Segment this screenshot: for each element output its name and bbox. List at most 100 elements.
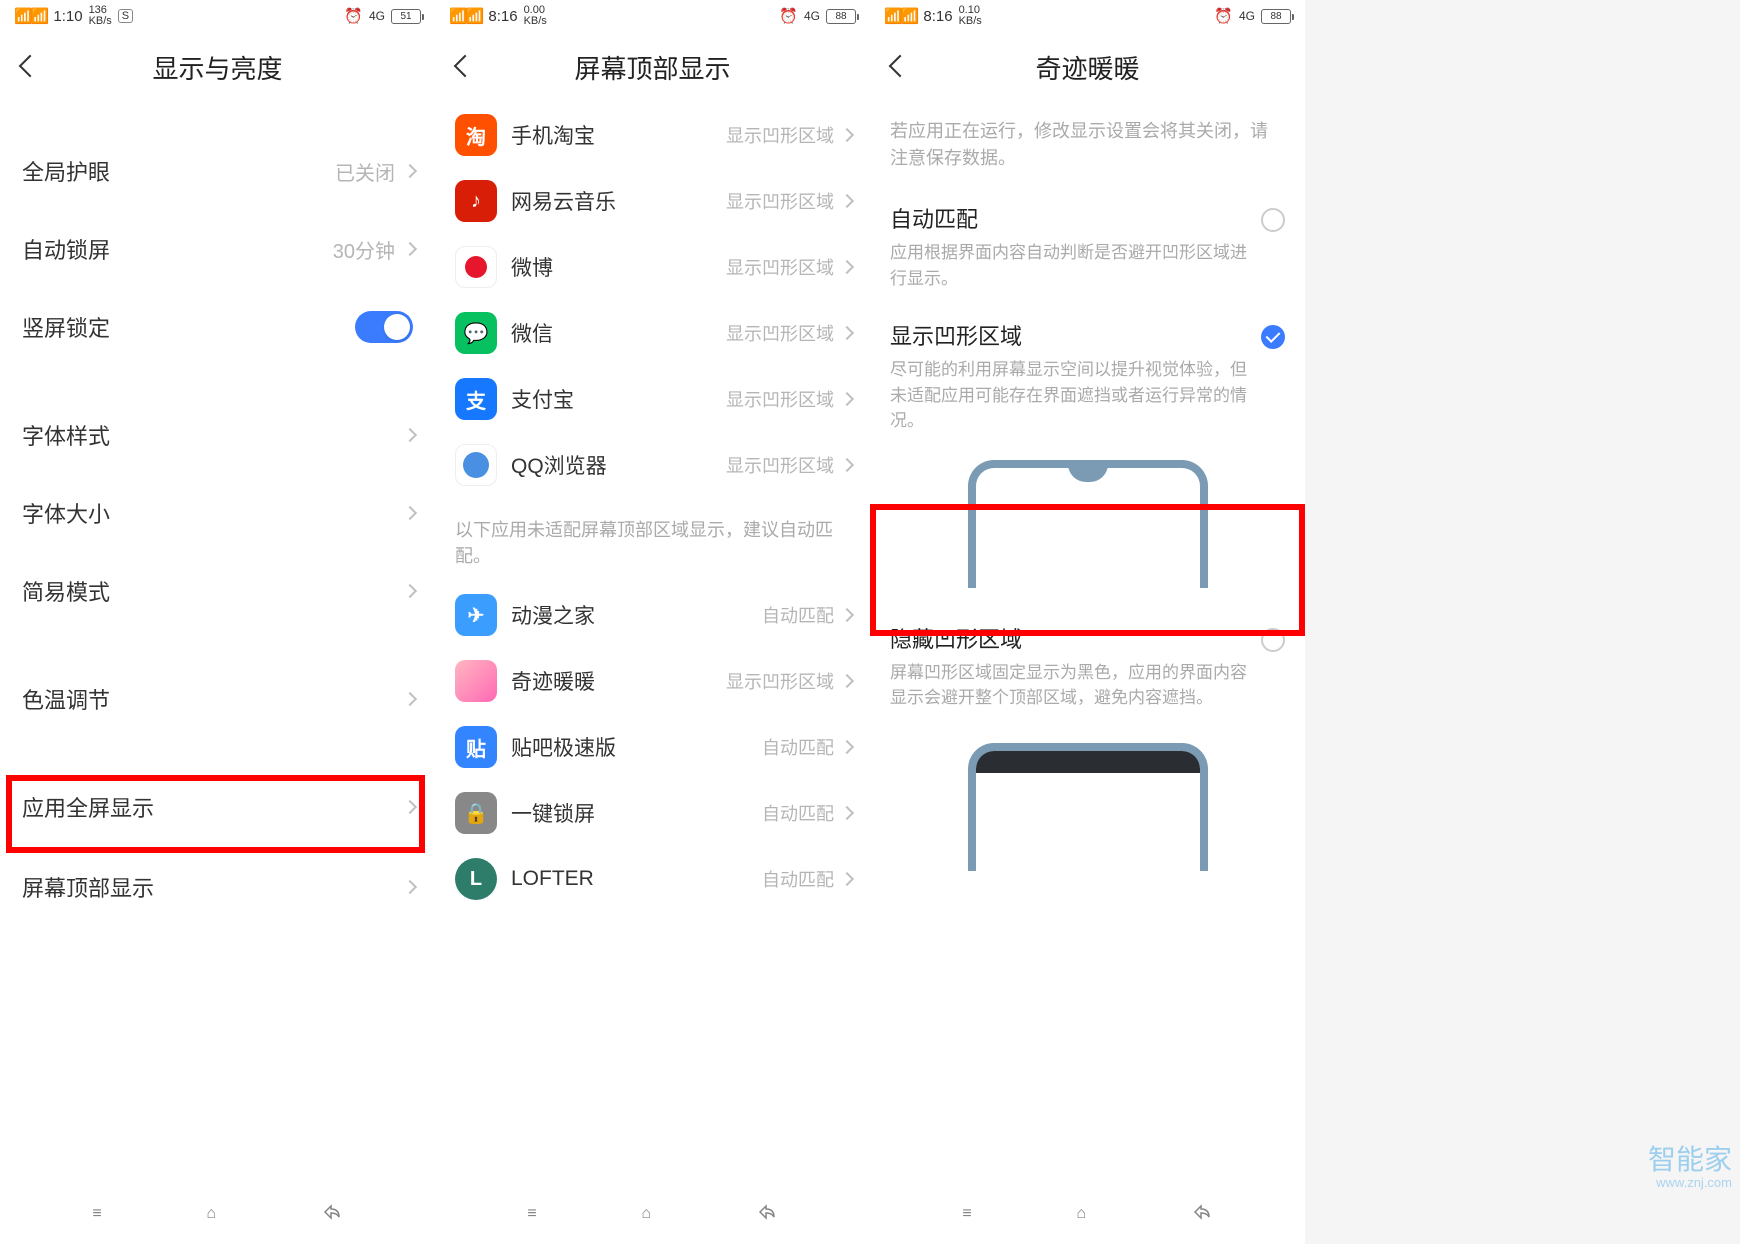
row-font-style[interactable]: 字体样式 [0,396,435,474]
app-status: 显示凹形区域 [726,188,834,214]
back-nav-icon[interactable] [321,1203,343,1226]
app-row-lock[interactable]: 🔒 一键锁屏 自动匹配 [435,780,870,846]
status-right: ⏰ 4G 88 [1214,7,1291,25]
row-eye-protection[interactable]: 全局护眼 已关闭 [0,132,435,210]
option-auto-match[interactable]: 自动匹配 应用根据界面内容自动判断是否避开凹形区域进行显示。 [870,188,1305,305]
chevron-right-icon [842,740,850,754]
status-network: 4G [804,9,820,23]
row-portrait-lock[interactable]: 竖屏锁定 [0,288,435,366]
app-status: 显示凹形区域 [726,452,834,478]
status-left: 📶📶 8:16 0.10 KB/s [884,5,982,27]
app-row-nuan[interactable]: 奇迹暖暖 显示凹形区域 [435,648,870,714]
bottom-nav: ≡ ⌂ [0,1184,435,1244]
app-row-netease[interactable]: ♪ 网易云音乐 显示凹形区域 [435,168,870,234]
option-text: 自动匹配 应用根据界面内容自动判断是否避开凹形区域进行显示。 [890,202,1251,291]
row-label: 屏幕顶部显示 [22,871,405,903]
app-status: 自动匹配 [762,866,834,892]
app-name: 贴吧极速版 [511,732,762,762]
app-name: LOFTER [511,867,762,891]
app-row-taobao[interactable]: 淘 手机淘宝 显示凹形区域 [435,102,870,168]
app-name: 微博 [511,252,726,282]
chevron-right-icon [405,242,413,256]
app-name: 网易云音乐 [511,186,726,216]
app-name: 奇迹暖暖 [511,666,726,696]
status-left: 📶📶 8:16 0.00 KB/s [449,5,547,27]
signal-icon: 📶📶 [14,7,47,25]
highlight-box [6,775,425,853]
lock-icon: 🔒 [455,792,497,834]
chevron-right-icon [842,194,850,208]
chevron-right-icon [405,164,413,178]
radio-checked-icon[interactable] [1261,325,1285,349]
app-status: 显示凹形区域 [726,386,834,412]
app-name: 一键锁屏 [511,798,762,828]
status-kbps: 0.00 KB/s [524,5,547,27]
home-icon[interactable]: ⌂ [1076,1205,1086,1223]
row-screen-top-display[interactable]: 屏幕顶部显示 [0,848,435,926]
row-color-temp[interactable]: 色温调节 [0,660,435,738]
app-name: 支付宝 [511,384,726,414]
back-nav-icon[interactable] [1191,1203,1213,1226]
status-bar: 📶📶 1:10 136 KB/s S ⏰ 4G 51 [0,0,435,32]
app-row-qqbrowser[interactable]: QQ浏览器 显示凹形区域 [435,432,870,498]
status-kbps: 0.10 KB/s [959,5,982,27]
page-title: 屏幕顶部显示 [435,49,870,86]
top-hint: 若应用正在运行，修改显示设置会将其关闭，请注意保存数据。 [870,102,1305,188]
bottom-nav: ≡ ⌂ [870,1184,1305,1244]
status-right: ⏰ 4G 88 [779,7,856,25]
row-label: 字体样式 [22,419,405,451]
wechat-icon: 💬 [455,312,497,354]
app-name: 手机淘宝 [511,120,726,150]
battery-icon: 51 [391,9,421,24]
home-icon[interactable]: ⌂ [641,1205,651,1223]
row-font-size[interactable]: 字体大小 [0,474,435,552]
alipay-icon: 支 [455,378,497,420]
app-status: 自动匹配 [762,734,834,760]
app-row-wechat[interactable]: 💬 微信 显示凹形区域 [435,300,870,366]
page-title: 奇迹暖暖 [870,49,1305,86]
status-time: 1:10 [53,8,82,25]
radio-icon[interactable] [1261,208,1285,232]
taobao-icon: 淘 [455,114,497,156]
app-status: 显示凹形区域 [726,254,834,280]
battery-icon: 88 [826,9,856,24]
menu-icon[interactable]: ≡ [92,1205,101,1223]
app-row-lofter[interactable]: L LOFTER 自动匹配 [435,846,870,912]
row-label: 全局护眼 [22,155,335,187]
app-icon-s: S [118,9,133,23]
toggle-switch[interactable] [355,311,413,343]
chevron-right-icon [842,608,850,622]
nav-header: 奇迹暖暖 [870,32,1305,102]
qqbrowser-icon [455,444,497,486]
app-row-alipay[interactable]: 支 支付宝 显示凹形区域 [435,366,870,432]
chevron-right-icon [842,128,850,142]
row-simple-mode[interactable]: 简易模式 [0,552,435,630]
alarm-icon: ⏰ [344,7,363,25]
row-auto-lock[interactable]: 自动锁屏 30分钟 [0,210,435,288]
nav-header: 屏幕顶部显示 [435,32,870,102]
status-bar: 📶📶 8:16 0.10 KB/s ⏰ 4G 88 [870,0,1305,32]
chevron-right-icon [405,584,413,598]
menu-icon[interactable]: ≡ [527,1205,536,1223]
option-desc: 尽可能的利用屏幕显示空间以提升视觉体验，但未适配应用可能存在界面遮挡或者运行异常… [890,357,1251,434]
screen-top-display-list: 📶📶 8:16 0.00 KB/s ⏰ 4G 88 屏幕顶部显示 淘 手机淘宝 … [435,0,870,1244]
option-show-notch[interactable]: 显示凹形区域 尽可能的利用屏幕显示空间以提升视觉体验，但未适配应用可能存在界面遮… [870,305,1305,448]
row-label: 竖屏锁定 [22,311,355,343]
chevron-right-icon [405,506,413,520]
chevron-right-icon [405,692,413,706]
home-icon[interactable]: ⌂ [206,1205,216,1223]
app-row-dmzj[interactable]: ✈ 动漫之家 自动匹配 [435,582,870,648]
app-row-weibo[interactable]: 微博 显示凹形区域 [435,234,870,300]
back-nav-icon[interactable] [756,1203,778,1226]
watermark-sub: www.znj.com [1648,1176,1732,1190]
status-time: 8:16 [488,8,517,25]
section-hint: 以下应用未适配屏幕顶部区域显示，建议自动匹配。 [435,498,870,582]
option-text: 显示凹形区域 尽可能的利用屏幕显示空间以提升视觉体验，但未适配应用可能存在界面遮… [890,319,1251,434]
app-status: 显示凹形区域 [726,320,834,346]
status-left: 📶📶 1:10 136 KB/s S [14,5,133,27]
highlight-box [870,504,1305,636]
signal-icon: 📶📶 [884,7,917,25]
app-row-tieba[interactable]: 贴 贴吧极速版 自动匹配 [435,714,870,780]
menu-icon[interactable]: ≡ [962,1205,971,1223]
watermark: 智能家 www.znj.com [1648,1145,1732,1190]
